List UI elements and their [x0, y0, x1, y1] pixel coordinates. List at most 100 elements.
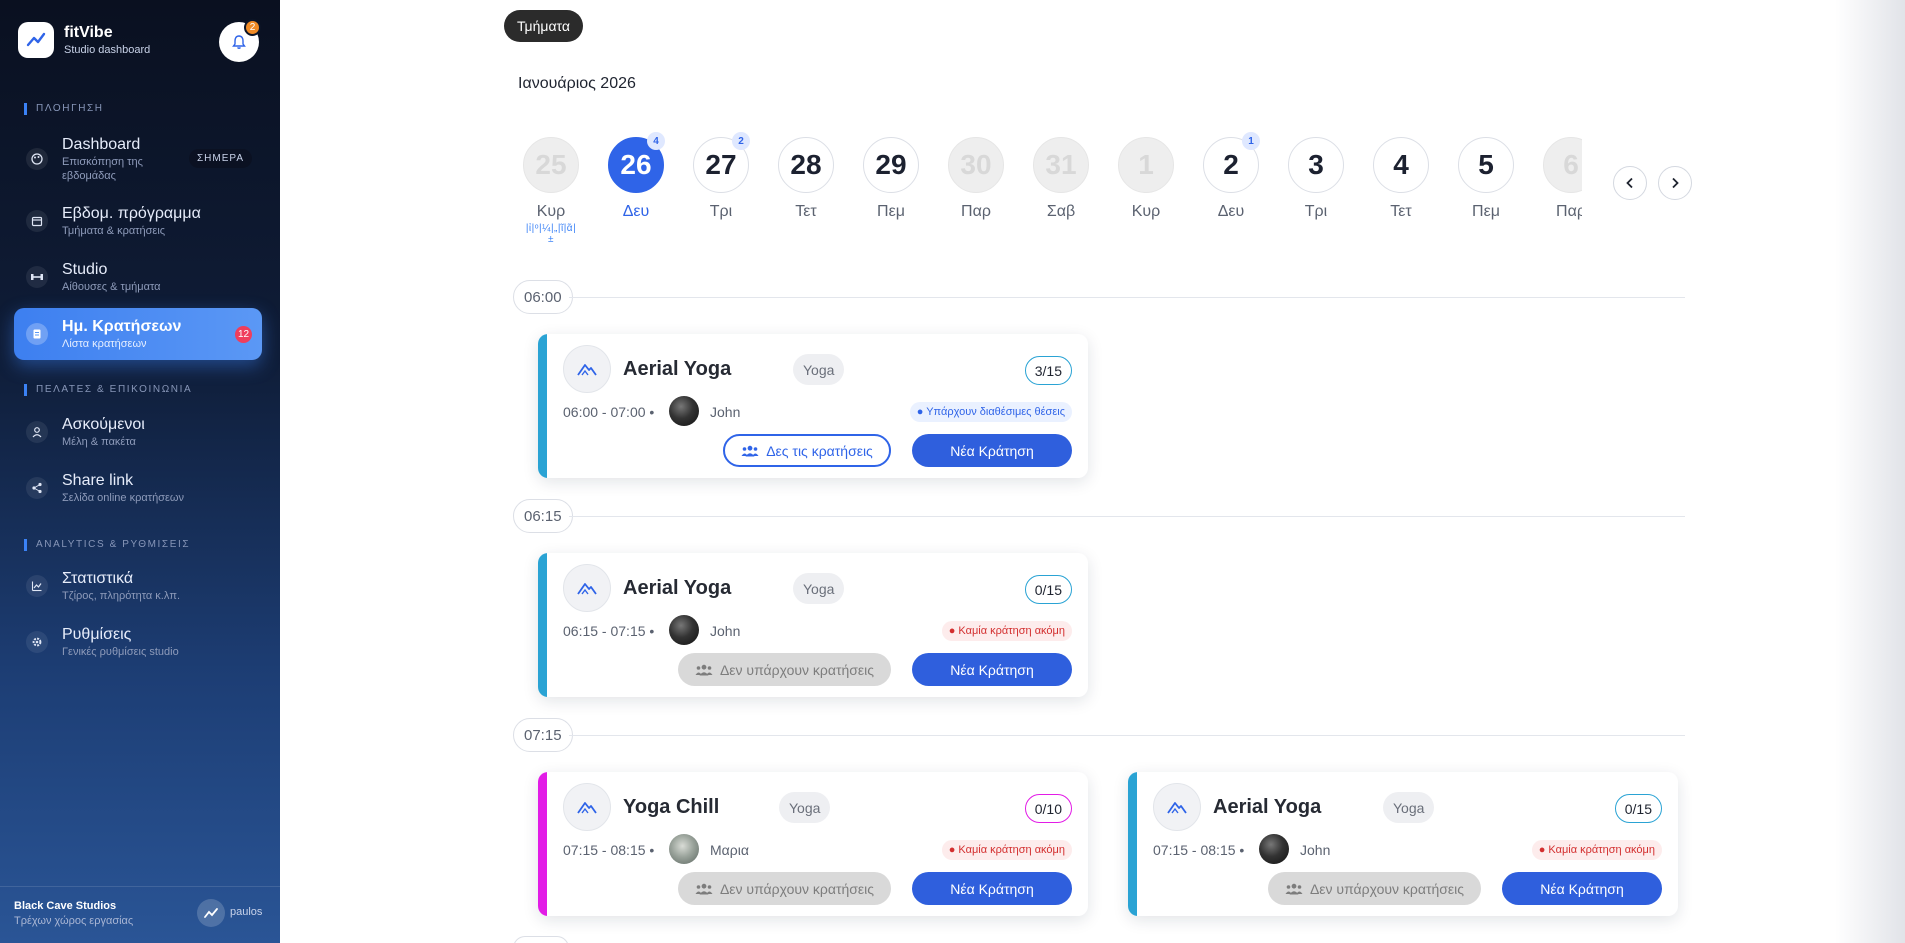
sidebar-item-share-link[interactable]: Share link Σελίδα online κρατήσεων — [14, 462, 262, 514]
class-accent-bar — [1128, 772, 1137, 916]
brand[interactable]: fitVibe Studio dashboard — [18, 22, 150, 58]
time-divider — [569, 516, 1685, 517]
sidebar-item-label: Ημ. Κρατήσεων — [62, 318, 182, 335]
section-label-clients: ΠΕΛΑΤΕΣ & ΕΠΙΚΟΙΝΩΝΙΑ — [24, 384, 192, 396]
day-item[interactable]: 1 Κυρ — [1118, 137, 1174, 221]
workspace-footer[interactable]: Black Cave Studios Τρέχων χώρος εργασίας… — [0, 886, 280, 943]
chevron-right-icon — [1672, 177, 1679, 189]
next-days-button[interactable] — [1658, 166, 1692, 200]
class-title: Aerial Yoga — [623, 358, 732, 380]
day-name: Τρι — [1304, 203, 1328, 220]
day-item[interactable]: 28 Τετ — [778, 137, 834, 221]
sidebar-item-dashboard[interactable]: Dashboard Επισκόπηση της εβδομάδας ΣΗΜΕΡ… — [14, 133, 262, 185]
username: paulos — [230, 906, 263, 918]
sidebar-item-label: Εβδομ. πρόγραμμα — [62, 205, 201, 222]
view-bookings-button[interactable]: Δεν υπάρχουν κρατήσεις — [678, 872, 891, 905]
day-name: Σαβ — [1046, 203, 1076, 220]
availability-status: ● Καμία κράτηση ακόμη — [941, 621, 1072, 641]
users-icon — [695, 664, 713, 675]
class-card[interactable]: Aerial Yoga Yoga 0/15 06:15 - 07:15 • Jo… — [538, 553, 1088, 697]
day-item[interactable]: 4 Τετ — [1373, 137, 1429, 221]
trend-logo-icon — [18, 22, 54, 58]
chevron-left-icon — [1626, 177, 1633, 189]
sidebar-item-label: Στατιστικά — [62, 570, 134, 587]
time-slot-label: 06:15 — [513, 499, 573, 533]
day-number: 29 — [863, 137, 919, 193]
sidebar-item-sub: Μέλη & πακέτα — [62, 436, 136, 448]
users-icon — [695, 883, 713, 894]
user-avatar[interactable] — [197, 899, 225, 927]
day-name: Τετ — [795, 203, 817, 220]
availability-status: ● Καμία κράτηση ακόμη — [1531, 840, 1662, 860]
day-item-selected[interactable]: 26 4 Δευ — [608, 132, 665, 221]
day-item[interactable]: 30 Παρ — [948, 137, 1004, 221]
palette-icon — [26, 148, 48, 170]
day-item[interactable]: 31 Σαβ — [1033, 137, 1089, 221]
trainer-name: John — [1300, 842, 1331, 858]
sidebar-item-bookings-calendar[interactable]: Ημ. Κρατήσεων Λίστα κρατήσεων 12 — [14, 308, 262, 360]
day-item[interactable]: 5 Πεμ — [1458, 137, 1514, 221]
day-name: Τρι — [709, 203, 733, 220]
day-number: 25 — [523, 137, 579, 193]
class-type-pill: Yoga — [1383, 792, 1435, 823]
view-bookings-button[interactable]: Δεν υπάρχουν κρατήσεις — [678, 653, 891, 686]
time-slot-row: 06:00 — [513, 280, 1685, 314]
view-bookings-button[interactable]: Δες τις κρατήσεις — [723, 434, 891, 467]
day-strip-mask — [1582, 130, 1612, 240]
capacity-pill: 0/10 — [1024, 794, 1072, 823]
new-booking-button[interactable]: Νέα Κράτηση — [912, 872, 1072, 905]
sidebar-item-studio[interactable]: Studio Αίθουσες & τμήματα — [14, 251, 262, 303]
trainer-avatar — [669, 396, 699, 426]
sidebar-item-settings[interactable]: Ρυθμίσεις Γενικές ρυθμίσεις studio — [14, 616, 262, 668]
day-item[interactable]: 27 2 Τρι — [693, 132, 750, 221]
class-card[interactable]: Yoga Chill Yoga 0/10 07:15 - 08:15 • Μαρ… — [538, 772, 1088, 916]
sidebar-item-label: Ασκούμενοι — [62, 416, 145, 433]
sidebar-item-weekly-schedule[interactable]: Εβδομ. πρόγραμμα Τμήματα & κρατήσεις — [14, 195, 262, 247]
day-number: 27 — [705, 149, 737, 180]
day-number: 2 — [1223, 149, 1239, 180]
notifications-button[interactable]: 2 — [219, 19, 261, 62]
new-booking-button[interactable]: Νέα Κράτηση — [912, 434, 1072, 467]
section-label-navigation: ΠΛΟΗΓΗΣΗ — [24, 103, 104, 115]
day-item[interactable]: 21 Δευ — [1203, 132, 1260, 221]
class-type-pill: Yoga — [793, 573, 845, 604]
trainer-name: John — [710, 404, 741, 420]
sidebar-item-label: Studio — [62, 261, 108, 278]
trainer-avatar — [1259, 834, 1289, 864]
section-label-analytics: ANALYTICS & ΡΥΘΜΙΣΕΙΣ — [24, 539, 190, 551]
sidebar-item-sub: Επισκόπηση της εβδομάδας — [62, 156, 143, 182]
class-card[interactable]: Aerial Yoga Yoga 3/15 06:00 - 07:00 • Jo… — [538, 334, 1088, 478]
mountain-icon — [563, 783, 611, 831]
users-icon — [741, 445, 759, 456]
class-accent-bar — [538, 772, 547, 916]
trend-icon — [204, 908, 218, 918]
prev-days-button[interactable] — [1613, 166, 1647, 200]
main-content: Τμήματα Ιανουάριος 2026 25 Κυρ |ἰ|ᵒ|¼|„|… — [280, 0, 1905, 943]
mountain-icon — [563, 345, 611, 393]
sidebar-item-members[interactable]: Ασκούμενοι Μέλη & πακέτα — [14, 406, 262, 458]
day-count-badge: 4 — [647, 132, 665, 150]
day-name: Πεμ — [1472, 203, 1500, 220]
class-card[interactable]: Aerial Yoga Yoga 0/15 07:15 - 08:15 • Jo… — [1128, 772, 1678, 916]
view-bookings-button[interactable]: Δεν υπάρχουν κρατήσεις — [1268, 872, 1481, 905]
view-bookings-label: Δεν υπάρχουν κρατήσεις — [719, 661, 875, 678]
new-booking-button[interactable]: Νέα Κράτηση — [912, 653, 1072, 686]
day-item[interactable]: 25 Κυρ |ἰ|ᵒ|¼|„|ῖ|ᾶ|± — [523, 137, 579, 245]
class-time: 06:15 - 07:15 • — [563, 623, 655, 639]
trainer-avatar — [669, 615, 699, 645]
day-name: Δευ — [1217, 203, 1245, 220]
day-item[interactable]: 3 Τρι — [1288, 137, 1344, 221]
sidebar-item-label: Share link — [62, 472, 134, 489]
class-title: Yoga Chill — [623, 796, 720, 818]
day-item[interactable]: 29 Πεμ — [863, 137, 919, 221]
class-time: 07:15 - 08:15 • — [563, 842, 655, 858]
new-booking-button[interactable]: Νέα Κράτηση — [1502, 872, 1662, 905]
day-count-badge: 1 — [1242, 132, 1260, 150]
users-icon — [1285, 883, 1303, 894]
class-time: 07:15 - 08:15 • — [1153, 842, 1245, 858]
filter-tag-classes[interactable]: Τμήματα — [504, 10, 583, 42]
trainer-avatar — [669, 834, 699, 864]
today-pill: ΣΗΜΕΡΑ — [188, 149, 252, 168]
sidebar-item-statistics[interactable]: Στατιστικά Τζίρος, πληρότητα κ.λπ. — [14, 560, 262, 612]
class-title: Aerial Yoga — [623, 577, 732, 599]
